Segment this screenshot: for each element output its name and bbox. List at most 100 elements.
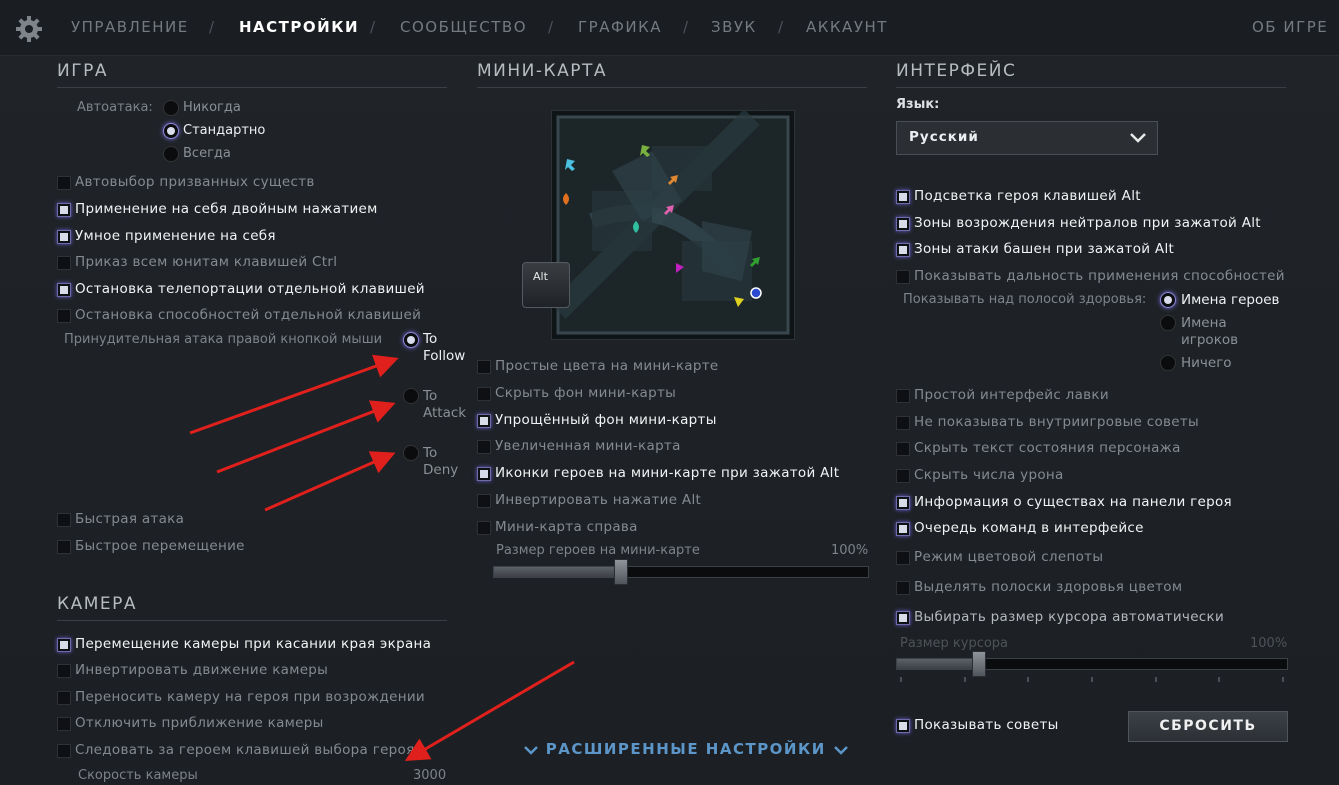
checkbox-label: Скрыть фон мини-карты bbox=[495, 385, 677, 401]
tab-account[interactable]: АККАУНТ bbox=[806, 18, 888, 36]
tab-settings[interactable]: НАСТРОЙКИ bbox=[239, 18, 359, 36]
nav-separator: / bbox=[209, 18, 215, 36]
checkbox[interactable] bbox=[477, 360, 491, 374]
checkbox[interactable] bbox=[896, 243, 910, 257]
nav-separator: / bbox=[370, 18, 376, 36]
chevron-down-icon bbox=[524, 745, 538, 755]
nav-separator: / bbox=[683, 18, 689, 36]
checkbox-label: Инвертировать нажатие Alt bbox=[495, 492, 702, 508]
radio-label: To Attack bbox=[423, 388, 467, 421]
checkbox[interactable] bbox=[477, 414, 491, 428]
checkbox[interactable] bbox=[57, 744, 71, 758]
reset-button[interactable]: СБРОСИТЬ bbox=[1128, 711, 1288, 742]
tab-graphics[interactable]: ГРАФИКА bbox=[578, 18, 662, 36]
checkbox[interactable] bbox=[477, 521, 491, 535]
gear-icon[interactable] bbox=[14, 14, 44, 44]
checkbox[interactable] bbox=[57, 638, 71, 652]
checkbox[interactable] bbox=[57, 664, 71, 678]
checkbox-label: Умное применение на себя bbox=[75, 228, 276, 244]
checkbox-label: Быстрое перемещение bbox=[75, 538, 245, 554]
radio-label: Всегда bbox=[183, 146, 231, 161]
radio-label: Стандартно bbox=[183, 123, 266, 138]
checkbox[interactable] bbox=[896, 522, 910, 536]
checkbox-label: Простые цвета на мини-карте bbox=[495, 358, 719, 374]
slider-tick bbox=[1154, 677, 1157, 682]
radio-autoattack-standard[interactable] bbox=[163, 123, 179, 139]
section-title-interface: ИНТЕРФЕЙС bbox=[896, 61, 1017, 81]
advanced-settings-link[interactable]: РАСШИРЕННЫЕ НАСТРОЙКИ bbox=[523, 740, 849, 758]
language-select[interactable]: Русский bbox=[896, 121, 1158, 155]
autoattack-label: Автоатака: bbox=[77, 100, 153, 115]
checkbox[interactable] bbox=[477, 387, 491, 401]
checkbox[interactable] bbox=[896, 469, 910, 483]
checkbox-label: Применение на себя двойным нажатием bbox=[75, 201, 378, 217]
checkbox[interactable] bbox=[896, 719, 910, 733]
radio-label: Никогда bbox=[183, 100, 241, 115]
checkbox[interactable] bbox=[57, 203, 71, 217]
checkbox-label: Режим цветовой слепоты bbox=[914, 549, 1104, 565]
slider-tick bbox=[1218, 677, 1221, 682]
radio-label: Ничего bbox=[1181, 355, 1232, 371]
checkbox[interactable] bbox=[896, 389, 910, 403]
checkbox[interactable] bbox=[896, 442, 910, 456]
checkbox[interactable] bbox=[896, 496, 910, 510]
checkbox-label: Не показывать внутриигровые советы bbox=[914, 414, 1199, 430]
divider bbox=[57, 620, 447, 621]
checkbox[interactable] bbox=[57, 283, 71, 297]
radio-label: To Deny bbox=[423, 445, 459, 478]
hero-size-slider[interactable] bbox=[493, 566, 869, 578]
checkbox[interactable] bbox=[896, 581, 910, 595]
radio-force-attack[interactable] bbox=[403, 388, 419, 404]
checkbox[interactable] bbox=[896, 217, 910, 231]
checkbox[interactable] bbox=[896, 270, 910, 284]
radio-force-follow[interactable] bbox=[403, 332, 419, 348]
checkbox[interactable] bbox=[896, 551, 910, 565]
radio-autoattack-never[interactable] bbox=[163, 100, 179, 116]
slider-handle[interactable] bbox=[614, 559, 629, 585]
checkbox-label: Информация о существах на панели героя bbox=[914, 494, 1232, 510]
tab-controls[interactable]: УПРАВЛЕНИЕ bbox=[71, 18, 189, 36]
annotation-arrow bbox=[264, 451, 396, 512]
cursor-size-value: 100% bbox=[1250, 636, 1288, 651]
checkbox-label: Инвертировать движение камеры bbox=[75, 662, 329, 678]
force-attack-label: Принудительная атака правой кнопкой мыши bbox=[64, 332, 383, 347]
checkbox-label: Выбирать размер курсора автоматически bbox=[914, 609, 1225, 625]
checkbox-label: Приказ всем юнитам клавишей Ctrl bbox=[75, 254, 338, 270]
checkbox-label: Подсветка героя клавишей Alt bbox=[914, 188, 1141, 204]
checkbox[interactable] bbox=[57, 256, 71, 270]
minimap-preview bbox=[550, 109, 795, 340]
checkbox[interactable] bbox=[57, 513, 71, 527]
checkbox[interactable] bbox=[57, 176, 71, 190]
checkbox[interactable] bbox=[896, 611, 910, 625]
radio-player-names[interactable] bbox=[1160, 315, 1176, 331]
tab-sound[interactable]: ЗВУК bbox=[711, 18, 757, 36]
tab-about[interactable]: ОБ ИГРЕ bbox=[1252, 18, 1328, 36]
slider-tick bbox=[963, 677, 966, 682]
tab-community[interactable]: СООБЩЕСТВО bbox=[400, 18, 527, 36]
checkbox[interactable] bbox=[896, 190, 910, 204]
slider-handle[interactable] bbox=[971, 651, 986, 677]
checkbox[interactable] bbox=[57, 309, 71, 323]
cursor-size-slider[interactable] bbox=[896, 658, 1288, 670]
checkbox-label: Автовыбор призванных существ bbox=[75, 174, 315, 190]
radio-force-deny[interactable] bbox=[403, 445, 419, 461]
chevron-down-icon bbox=[833, 745, 848, 755]
checkbox[interactable] bbox=[477, 494, 491, 508]
radio-nothing[interactable] bbox=[1160, 355, 1176, 371]
checkbox[interactable] bbox=[477, 440, 491, 454]
radio-label: To Follow bbox=[423, 331, 466, 364]
minimap-image bbox=[550, 109, 790, 335]
radio-autoattack-always[interactable] bbox=[163, 146, 179, 162]
radio-hero-names[interactable] bbox=[1160, 292, 1176, 308]
checkbox[interactable] bbox=[57, 540, 71, 554]
nav-separator: / bbox=[548, 18, 554, 36]
checkbox[interactable] bbox=[57, 717, 71, 731]
checkbox[interactable] bbox=[57, 691, 71, 705]
checkbox[interactable] bbox=[896, 416, 910, 430]
slider-tick bbox=[1091, 677, 1093, 682]
checkbox[interactable] bbox=[57, 230, 71, 244]
checkbox[interactable] bbox=[477, 467, 491, 481]
hero-size-label: Размер героев на мини-карте bbox=[496, 543, 700, 558]
checkbox-label: Показывать дальность применения способно… bbox=[914, 268, 1285, 284]
section-title-camera: КАМЕРА bbox=[57, 594, 137, 614]
